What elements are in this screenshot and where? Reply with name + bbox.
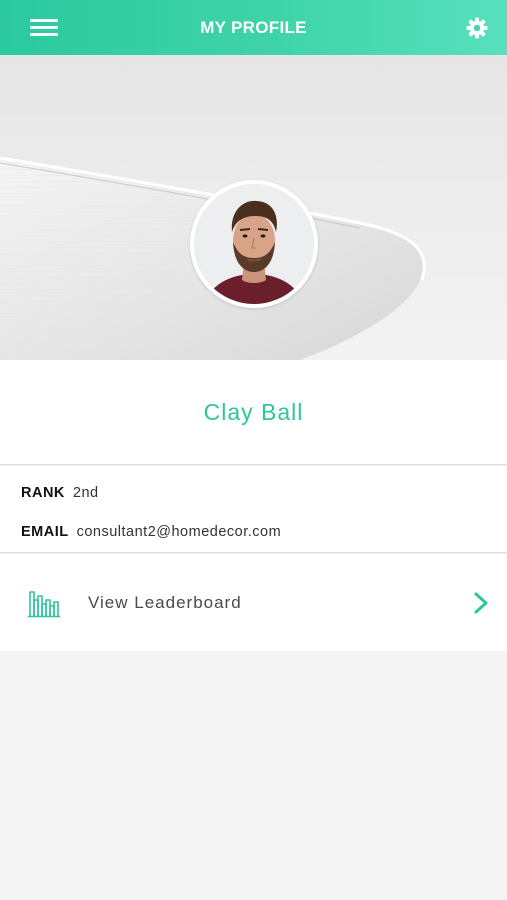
email-value: consultant2@homedecor.com [76, 524, 282, 540]
bar-chart-icon [28, 588, 60, 618]
leaderboard-label: View Leaderboard [88, 593, 242, 612]
email-row: EMAIL consultant2@homedecor.com [21, 524, 281, 540]
hamburger-menu-icon[interactable] [30, 17, 58, 39]
view-leaderboard-button[interactable]: View Leaderboard [0, 554, 507, 651]
page-title: MY PROFILE [200, 17, 307, 37]
chevron-right-icon [473, 591, 489, 615]
cover-image [0, 55, 507, 360]
user-name: Clay Ball [203, 398, 304, 425]
avatar[interactable] [190, 180, 318, 308]
header-bar: MY PROFILE [0, 0, 507, 55]
profile-screen: MY PROFILE Clay Ball RANK 2nd EMAIL cons… [0, 0, 507, 900]
rank-label: RANK [21, 485, 65, 501]
email-label: EMAIL [21, 524, 69, 540]
rank-value: 2nd [72, 485, 99, 501]
name-section: Clay Ball [0, 360, 507, 465]
profile-details: RANK 2nd EMAIL consultant2@homedecor.com [0, 466, 507, 553]
gear-icon[interactable] [465, 16, 489, 40]
rank-row: RANK 2nd [21, 485, 99, 501]
